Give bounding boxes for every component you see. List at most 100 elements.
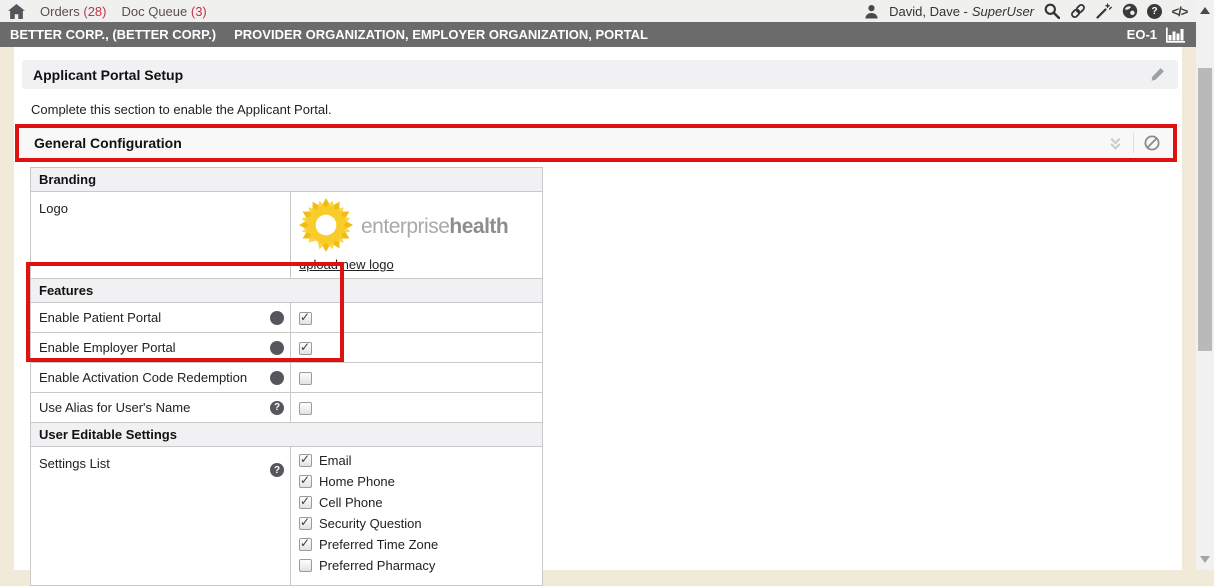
content-card: Applicant Portal Setup Complete this sec… — [14, 47, 1182, 570]
edit-pencil-icon[interactable] — [1150, 67, 1178, 82]
section-divider — [1133, 133, 1134, 153]
table-row: User Editable Settings — [31, 423, 543, 447]
help-icon[interactable] — [270, 311, 284, 325]
feature-value-cell — [291, 303, 543, 333]
collapse-chevrons-icon[interactable] — [1108, 136, 1123, 151]
feature-label-cell: Enable Patient Portal — [31, 303, 291, 333]
disable-ban-icon[interactable] — [1144, 135, 1160, 151]
feature-label-cell: Enable Activation Code Redemption — [31, 363, 291, 393]
setting-item-label: Preferred Pharmacy — [319, 558, 435, 573]
brand-name-bold: health — [449, 215, 508, 238]
checkbox[interactable] — [299, 559, 312, 572]
org-bar-right: EO-1 — [1127, 26, 1196, 43]
help-icon[interactable]: ? — [270, 463, 284, 477]
scrollbar-thumb[interactable] — [1198, 68, 1212, 351]
settings-list-item: Email — [299, 453, 534, 468]
globe-icon[interactable] — [1121, 3, 1138, 20]
settings-list-item: Security Question — [299, 516, 534, 531]
org-context[interactable]: PROVIDER ORGANIZATION, EMPLOYER ORGANIZA… — [216, 27, 648, 42]
org-chart-label: EO-1 — [1127, 27, 1157, 42]
checkbox[interactable] — [299, 312, 312, 325]
section-controls — [1108, 133, 1173, 153]
nav-orders-count: (28) — [83, 4, 106, 19]
nav-doc-queue[interactable]: Doc Queue (3) — [121, 4, 206, 19]
feature-label: Enable Patient Portal — [39, 310, 161, 325]
user-name: David, Dave - — [889, 4, 968, 19]
brand-logo: enterprisehealth — [299, 198, 534, 255]
brand-name-light: enterprise — [361, 215, 449, 238]
checkbox[interactable] — [299, 342, 312, 355]
user-editable-settings-header: User Editable Settings — [31, 423, 543, 447]
vertical-scrollbar[interactable] — [1196, 0, 1214, 570]
top-user-area: David, Dave - SuperUser ? </> — [863, 3, 1196, 20]
scroll-up-arrow-icon[interactable] — [1200, 7, 1210, 14]
top-nav: Orders (28) Doc Queue (3) — [0, 3, 207, 20]
checkbox[interactable] — [299, 402, 312, 415]
settings-list-cell: Email Home Phone Cell Phone Security Que… — [291, 447, 543, 586]
feature-value-cell — [291, 333, 543, 363]
checkbox[interactable] — [299, 538, 312, 551]
feature-value-cell — [291, 393, 543, 423]
help-icon[interactable] — [270, 371, 284, 385]
code-icon[interactable]: </> — [1171, 3, 1188, 20]
bar-chart-icon[interactable] — [1165, 26, 1186, 43]
nav-doc-queue-count: (3) — [191, 4, 207, 19]
user-icon — [863, 3, 880, 20]
home-icon[interactable] — [8, 3, 25, 20]
setting-item-label: Email — [319, 453, 352, 468]
setting-item-label: Security Question — [319, 516, 422, 531]
table-row: Settings List ? Email Home Phone Cell Ph… — [31, 447, 543, 586]
checkbox[interactable] — [299, 372, 312, 385]
table-row: Use Alias for User's Name ? — [31, 393, 543, 423]
table-row: Features — [31, 279, 543, 303]
feature-label-cell: Use Alias for User's Name ? — [31, 393, 291, 423]
settings-list-label-cell: Settings List ? — [31, 447, 291, 586]
setting-item-label: Cell Phone — [319, 495, 383, 510]
checkbox[interactable] — [299, 454, 312, 467]
nav-doc-queue-label: Doc Queue — [121, 4, 187, 19]
settings-list-label: Settings List — [39, 456, 110, 471]
settings-list-item: Preferred Time Zone — [299, 537, 534, 552]
link-icon[interactable] — [1069, 3, 1086, 20]
nav-orders[interactable]: Orders (28) — [40, 4, 106, 19]
checkbox[interactable] — [299, 496, 312, 509]
search-icon[interactable] — [1043, 3, 1060, 20]
logo-cell: enterprisehealth upload new logo — [291, 192, 543, 279]
top-utility-bar: Orders (28) Doc Queue (3) David, Dave - … — [0, 0, 1196, 22]
org-context-bar: BETTER CORP., (BETTER CORP.) PROVIDER OR… — [0, 22, 1196, 47]
checkbox[interactable] — [299, 475, 312, 488]
sunburst-logo-icon — [299, 198, 353, 255]
logo-label: Logo — [31, 192, 291, 279]
checkbox[interactable] — [299, 517, 312, 530]
page-title: Applicant Portal Setup — [22, 67, 183, 83]
user-menu[interactable]: David, Dave - SuperUser — [889, 4, 1034, 19]
section-title: General Configuration — [19, 135, 182, 151]
feature-label-cell: Enable Employer Portal — [31, 333, 291, 363]
branding-header: Branding — [31, 168, 543, 192]
page-description: Complete this section to enable the Appl… — [31, 102, 332, 117]
help-icon[interactable]: ? — [1147, 4, 1162, 19]
general-configuration-section: General Configuration — [15, 124, 1177, 162]
table-row: Logo enterprisehealth upload new logo — [31, 192, 543, 279]
table-row: Enable Patient Portal — [31, 303, 543, 333]
org-name[interactable]: BETTER CORP., (BETTER CORP.) — [0, 27, 216, 42]
configuration-table: Branding Logo enterprisehealth — [30, 167, 543, 586]
wand-icon[interactable] — [1095, 3, 1112, 20]
features-header: Features — [31, 279, 543, 303]
table-row: Enable Activation Code Redemption — [31, 363, 543, 393]
nav-orders-label: Orders — [40, 4, 80, 19]
table-row: Enable Employer Portal — [31, 333, 543, 363]
feature-label: Use Alias for User's Name — [39, 400, 190, 415]
help-icon[interactable]: ? — [270, 401, 284, 415]
page-title-bar: Applicant Portal Setup — [22, 60, 1178, 89]
setting-item-label: Home Phone — [319, 474, 395, 489]
scroll-down-arrow-icon[interactable] — [1200, 556, 1210, 563]
upload-new-logo-link[interactable]: upload new logo — [299, 257, 394, 272]
settings-list-item: Preferred Pharmacy — [299, 558, 534, 573]
feature-label: Enable Employer Portal — [39, 340, 176, 355]
brand-wordmark: enterprisehealth — [361, 215, 508, 239]
help-icon[interactable] — [270, 341, 284, 355]
settings-list-item: Cell Phone — [299, 495, 534, 510]
table-row: Branding — [31, 168, 543, 192]
feature-label: Enable Activation Code Redemption — [39, 370, 247, 385]
